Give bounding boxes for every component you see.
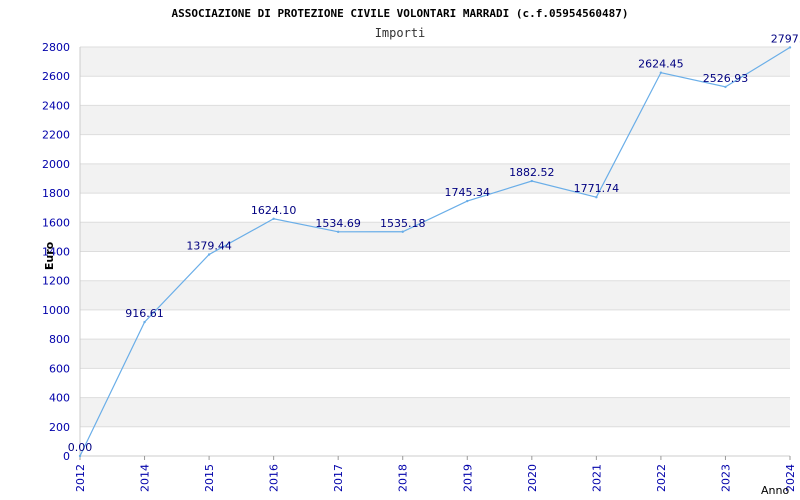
x-axis-label: Anno [761,484,789,497]
grid-band [80,105,790,135]
data-label: 0.00 [68,441,93,454]
data-point [207,253,211,256]
data-label: 1882.52 [509,166,555,179]
x-tick-label: 2023 [719,464,732,492]
y-tick-label: 2600 [42,70,70,83]
data-point [530,179,534,183]
data-label: 2624.45 [638,58,684,71]
data-label: 1745.34 [445,186,491,199]
x-tick-label: 2020 [526,464,539,492]
data-point [595,195,598,199]
x-tick-label: 2022 [655,464,668,492]
chart: ASSOCIAZIONE DI PROTEZIONE CIVILE VOLONT… [0,0,800,500]
x-tick-label: 2014 [139,464,152,492]
data-point [336,230,340,234]
data-label: 2797.1 [771,32,800,45]
y-axis-label: Euro [43,241,56,270]
data-point [143,320,146,324]
y-tick-label: 2400 [42,99,70,112]
x-tick-label: 2019 [461,464,474,492]
data-label: 916.61 [125,307,164,320]
y-tick-label: 1000 [42,304,70,317]
y-tick-label: 2800 [42,41,70,54]
y-tick-label: 2200 [42,129,70,142]
grid-band [80,163,790,194]
x-tick-label: 2018 [397,464,410,492]
data-label: 1771.74 [574,182,620,195]
data-point [788,46,792,49]
grid-band [80,397,790,427]
y-tick-label: 2000 [42,158,70,171]
data-point [272,217,275,220]
x-tick-label: 2021 [590,464,603,492]
y-tick-label: 1200 [42,275,70,288]
x-tick-labels: 2012 2014 2015 2016 2017 2018 2019 2020 2021 2022… [74,464,797,492]
y-tick-label: 400 [49,392,70,405]
data-point [78,454,82,458]
y-tick-label: 600 [49,362,70,375]
data-label: 1535.18 [380,217,426,230]
line-chart: ASSOCIAZIONE DI PROTEZIONE CIVILE VOLONT… [42,7,800,497]
grid-band [80,280,790,310]
x-tick-label: 2016 [268,464,281,492]
data-point [659,71,663,74]
y-tick-label: 200 [49,421,70,434]
x-tick-label: 2015 [203,464,216,492]
plot-bands [80,47,790,427]
data-label: 1624.10 [251,204,297,217]
data-label: 1534.69 [315,217,361,230]
y-tick-label: 1800 [42,187,70,200]
data-label: 2526.93 [703,72,749,85]
y-tick-label: 800 [49,333,70,346]
data-point [401,230,404,233]
data-label: 1379.44 [186,240,232,253]
chart-title: ASSOCIAZIONE DI PROTEZIONE CIVILE VOLONT… [172,7,629,20]
chart-subtitle: Importi [375,26,426,40]
data-point [466,199,469,203]
x-tick-label: 2017 [332,464,345,492]
grid-band [80,339,790,369]
data-point [724,85,727,89]
x-tick-label: 2012 [74,464,87,492]
y-tick-label: 1600 [42,216,70,229]
